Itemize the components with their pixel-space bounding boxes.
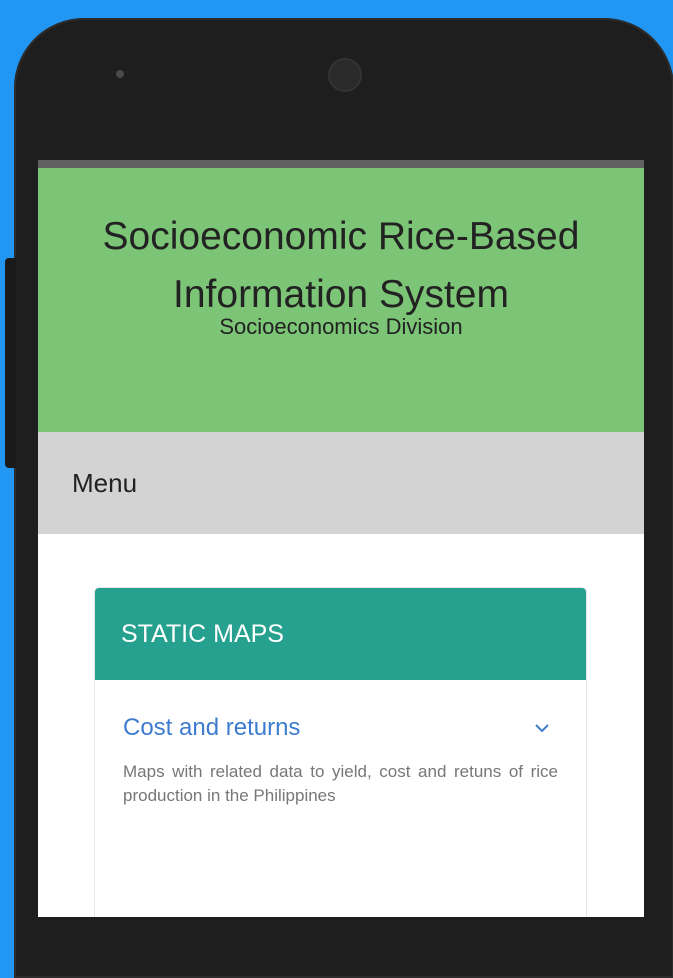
card-header: STATIC MAPS — [95, 588, 586, 680]
app-header: Socioeconomic Rice-Based Information Sys… — [38, 160, 644, 432]
menu-toggle[interactable]: Menu — [38, 432, 644, 534]
card-heading: STATIC MAPS — [121, 619, 284, 648]
app-title: Socioeconomic Rice-Based Information Sys… — [102, 215, 580, 316]
camera-icon — [328, 58, 362, 92]
list-item[interactable]: Cost and returns Maps with related data … — [95, 680, 586, 808]
cost-and-returns-link[interactable]: Cost and returns — [123, 714, 300, 742]
static-maps-card: STATIC MAPS Cost and returns Maps with r… — [95, 588, 586, 917]
menu-label: Menu — [72, 467, 138, 498]
list-item-description: Maps with related data to yield, cost an… — [123, 762, 558, 805]
app-subtitle: Socioeconomics Division — [219, 314, 463, 339]
phone-side-button — [5, 258, 16, 468]
list-item-header[interactable]: Cost and returns — [123, 714, 558, 742]
app-screen: Socioeconomic Rice-Based Information Sys… — [38, 160, 644, 917]
chevron-down-icon[interactable] — [534, 720, 550, 736]
sensor-dot — [116, 70, 124, 78]
